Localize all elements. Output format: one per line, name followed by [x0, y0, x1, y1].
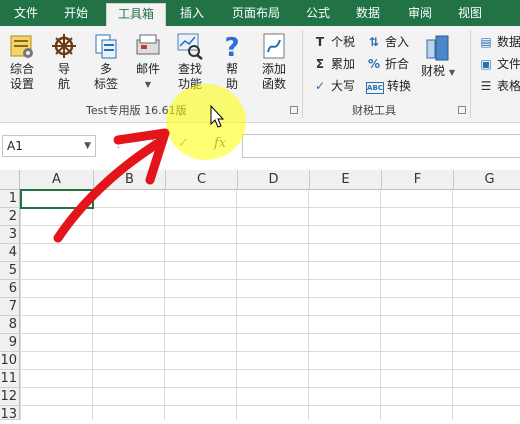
- annotation-overlay: [53, 104, 225, 243]
- red-arrow-annotation: [53, 137, 165, 243]
- mouse-cursor-icon: [210, 104, 225, 128]
